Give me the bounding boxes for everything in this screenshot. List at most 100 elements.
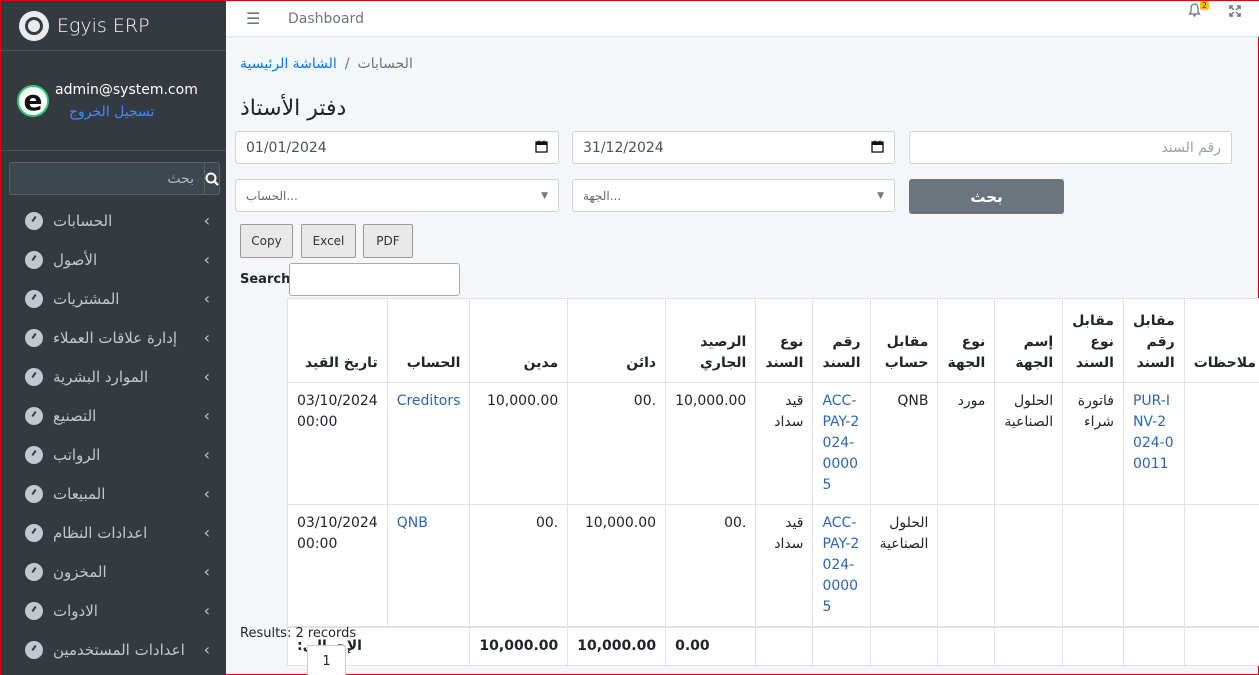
cell-date: 03/10/2024 00:00 bbox=[287, 504, 388, 628]
sidebar-item-manufacturing[interactable]: التصنيع ‹ bbox=[1, 396, 226, 435]
chevron-left-icon: ‹ bbox=[203, 484, 210, 503]
totals-balance: 0.00 bbox=[665, 626, 757, 666]
col-header-credit[interactable]: دائن bbox=[567, 298, 667, 383]
logout-link[interactable]: تسجيل الخروج bbox=[69, 104, 198, 120]
col-header-balance[interactable]: الرصيد الجاري bbox=[665, 298, 757, 383]
sidebar-item-payroll[interactable]: الرواتب ‹ bbox=[1, 435, 226, 474]
chevron-left-icon: ‹ bbox=[203, 640, 210, 659]
cell-credit: 10,000.00 bbox=[567, 504, 667, 628]
fullscreen-icon[interactable] bbox=[1229, 5, 1241, 21]
cell-notes bbox=[1183, 382, 1259, 505]
col-header-date[interactable]: تاريخ القيد bbox=[287, 298, 388, 383]
dashboard-gauge-icon bbox=[25, 523, 43, 542]
breadcrumb-separator: / bbox=[344, 56, 350, 72]
cell-party-type bbox=[937, 504, 996, 628]
search-icon bbox=[205, 172, 219, 186]
cell-debit: .00 bbox=[469, 504, 569, 628]
dashboard-gauge-icon bbox=[25, 250, 43, 269]
excel-button[interactable]: Excel bbox=[301, 224, 356, 258]
col-header-notes[interactable]: ملاحظات bbox=[1183, 298, 1259, 383]
col-header-doc-no[interactable]: رقم السند bbox=[812, 298, 871, 383]
sidebar-search-button[interactable] bbox=[204, 162, 220, 195]
main-content: الحسابات / الشاشة الرئيسية دفتر الأستاذ 01… bbox=[226, 38, 1259, 675]
breadcrumb-home-link[interactable]: الشاشة الرئيسية bbox=[240, 56, 337, 72]
totals-row: 0.00 10,000.00 10,000.00 الإجمالي: bbox=[286, 626, 1259, 666]
breadcrumb: الحسابات / الشاشة الرئيسية bbox=[240, 56, 413, 72]
results-count: Results: 2 records bbox=[240, 626, 357, 641]
party-select[interactable]: الجهة... ▼ bbox=[572, 179, 895, 212]
brand-link[interactable]: Egyis ERP bbox=[1, 1, 226, 51]
menu-toggle-icon[interactable]: ☰ bbox=[246, 9, 262, 28]
dashboard-gauge-icon bbox=[25, 562, 43, 581]
cell-counter-account: الحلول الصناعية bbox=[869, 504, 939, 628]
account-select[interactable]: الحساب... ▼ bbox=[235, 179, 559, 212]
cell-debit: 10,000.00 bbox=[469, 382, 569, 505]
page-title: دفتر الأستاذ bbox=[240, 96, 347, 121]
avatar: e bbox=[17, 84, 49, 117]
totals-empty-cell bbox=[812, 626, 871, 666]
table-row: الحلول الصناعية ACC-PAY-2024-00005 قيد س… bbox=[287, 504, 1259, 628]
sidebar-item-crm[interactable]: إدارة علاقات العملاء ‹ bbox=[1, 318, 226, 357]
col-header-debit[interactable]: مدين bbox=[469, 298, 569, 383]
brand-name: Egyis ERP bbox=[57, 14, 150, 37]
cell-account-link[interactable]: QNB bbox=[386, 504, 471, 628]
sidebar-item-user-settings[interactable]: اعدادات المستخدمين ‹ bbox=[1, 630, 226, 669]
sidebar-item-tools[interactable]: الادوات ‹ bbox=[1, 591, 226, 630]
chevron-left-icon: ‹ bbox=[203, 601, 210, 620]
sidebar-search-input[interactable] bbox=[9, 162, 204, 195]
totals-empty-cell bbox=[869, 626, 939, 666]
totals-credit: 10,000.00 bbox=[567, 626, 667, 666]
col-header-party-name[interactable]: إسم الجهة bbox=[994, 298, 1064, 383]
totals-debit: 10,000.00 bbox=[469, 626, 569, 666]
col-header-counter-doc-type[interactable]: مقابل نوع السند bbox=[1062, 298, 1124, 383]
brand-logo-icon bbox=[19, 10, 49, 41]
sidebar-item-sales[interactable]: المبيعات ‹ bbox=[1, 474, 226, 513]
cell-counter-doc-no bbox=[1122, 504, 1185, 628]
notifications-bell-icon[interactable]: 2 bbox=[1188, 1, 1209, 21]
sidebar-search bbox=[9, 162, 220, 195]
col-header-account[interactable]: الحساب bbox=[386, 298, 471, 383]
chevron-left-icon: ‹ bbox=[203, 328, 210, 347]
cell-doc-no-link[interactable]: ACC-PAY-2024-00005 bbox=[812, 504, 871, 628]
ledger-table: ملاحظات مقابل رقم السند مقابل نوع السند … bbox=[286, 298, 1259, 666]
sidebar-item-accounts[interactable]: الحسابات ‹ bbox=[1, 201, 226, 240]
calendar-icon[interactable] bbox=[535, 140, 548, 156]
cell-counter-doc-type bbox=[1062, 504, 1124, 628]
sidebar-item-system-settings[interactable]: اعدادات النظام ‹ bbox=[1, 513, 226, 552]
sidebar-item-assets[interactable]: الأصول ‹ bbox=[1, 240, 226, 279]
calendar-icon[interactable] bbox=[871, 140, 884, 156]
totals-empty-cell bbox=[755, 626, 814, 666]
sidebar-item-inventory[interactable]: المخزون ‹ bbox=[1, 552, 226, 591]
sidebar-item-purchases[interactable]: المشتريات ‹ bbox=[1, 279, 226, 318]
totals-empty-cell bbox=[1122, 626, 1185, 666]
cell-account-link[interactable]: Creditors bbox=[386, 382, 471, 505]
nav-dashboard-link[interactable]: Dashboard bbox=[288, 11, 364, 27]
col-header-party-type[interactable]: نوع الجهة bbox=[937, 298, 996, 383]
cell-balance: 10,000.00 bbox=[665, 382, 757, 505]
date-from-input[interactable]: 01/01/2024 bbox=[235, 131, 559, 164]
dashboard-gauge-icon bbox=[25, 328, 43, 347]
date-to-input[interactable]: 31/12/2024 bbox=[572, 131, 895, 164]
sidebar-item-hr[interactable]: الموارد البشرية ‹ bbox=[1, 357, 226, 396]
cell-doc-type: قيد سداد bbox=[755, 382, 814, 505]
copy-button[interactable]: Copy bbox=[240, 224, 293, 258]
cell-doc-no-link[interactable]: ACC-PAY-2024-00005 bbox=[812, 382, 871, 505]
dashboard-gauge-icon bbox=[25, 445, 43, 464]
dashboard-gauge-icon bbox=[25, 367, 43, 386]
pagination-page-1[interactable]: 1 bbox=[307, 645, 346, 675]
col-header-counter-account[interactable]: مقابل حساب bbox=[869, 298, 939, 383]
dashboard-gauge-icon bbox=[25, 484, 43, 503]
search-button[interactable]: بحث bbox=[909, 179, 1064, 214]
col-header-counter-doc-no[interactable]: مقابل رقم السند bbox=[1122, 298, 1185, 383]
table-search-input[interactable] bbox=[289, 263, 460, 296]
chevron-left-icon: ‹ bbox=[203, 289, 210, 308]
chevron-left-icon: ‹ bbox=[203, 211, 210, 230]
totals-empty-cell bbox=[1183, 626, 1259, 666]
chevron-left-icon: ‹ bbox=[203, 562, 210, 581]
pdf-button[interactable]: PDF bbox=[363, 224, 413, 258]
totals-empty-cell bbox=[1062, 626, 1124, 666]
doc-number-input[interactable]: رقم السند bbox=[909, 131, 1232, 164]
cell-balance: .00 bbox=[665, 504, 757, 628]
col-header-doc-type[interactable]: نوع السند bbox=[755, 298, 814, 383]
cell-counter-doc-no-link[interactable]: PUR-INV-2024-00011 bbox=[1122, 382, 1185, 505]
